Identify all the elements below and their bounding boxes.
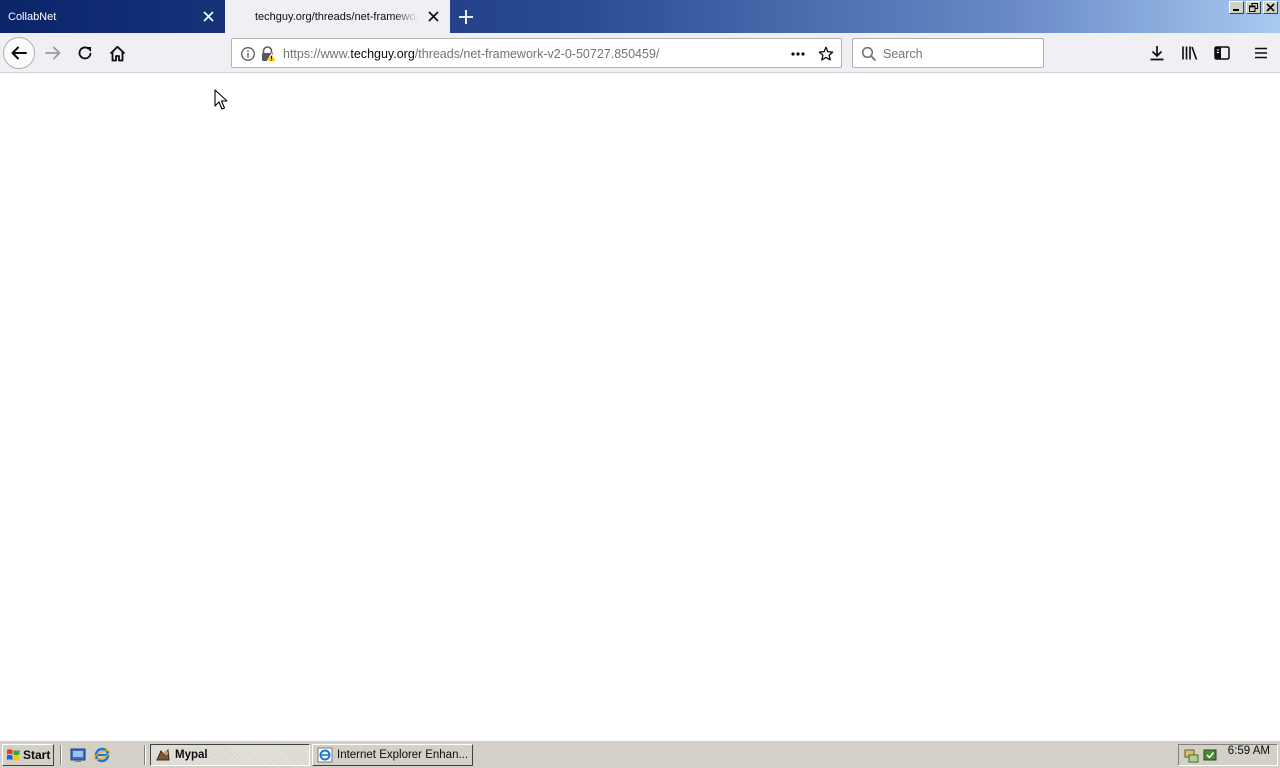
minimize-icon [1233, 9, 1239, 11]
url-bar[interactable]: https://www.techguy.org/threads/net-fram… [231, 38, 842, 68]
home-button[interactable] [101, 37, 133, 69]
start-label: Start [23, 748, 51, 762]
home-icon [109, 45, 125, 61]
task-label: Internet Explorer Enhan... [337, 749, 469, 761]
forward-button[interactable] [37, 37, 69, 69]
close-icon[interactable] [427, 10, 440, 23]
url-text[interactable]: https://www.techguy.org/threads/net-fram… [283, 47, 659, 61]
info-icon[interactable] [240, 46, 256, 62]
new-tab-plus-icon[interactable] [456, 7, 476, 27]
library-icon [1182, 46, 1198, 60]
taskbar-separator [60, 745, 62, 765]
tab-title: CollabNet [8, 10, 57, 23]
back-arrow-icon [11, 46, 27, 60]
reload-button[interactable] [69, 37, 101, 69]
internet-explorer-icon [317, 747, 333, 763]
insecure-lock-icon[interactable] [260, 46, 276, 62]
tab-collabnet[interactable]: CollabNet [0, 0, 225, 33]
minimize-button[interactable] [1229, 1, 1244, 14]
open-menu-button[interactable] [1249, 41, 1273, 65]
clock: 6:59 AM [1227, 745, 1270, 757]
tab-techguy[interactable]: techguy.org/threads/net-framework-v2-0-5… [225, 0, 450, 33]
sidebar-icon [1214, 46, 1230, 60]
url-prefix: https://www. [283, 47, 351, 61]
search-placeholder: Search [883, 47, 923, 61]
sidebar-button[interactable] [1210, 41, 1234, 65]
navigation-toolbar: https://www.techguy.org/threads/net-fram… [0, 33, 1280, 73]
close-icon [1266, 3, 1275, 12]
star-icon[interactable] [818, 46, 834, 62]
security-tray-icon[interactable] [1202, 747, 1218, 763]
tab-title: techguy.org/threads/net-framework-v2-0-5… [255, 10, 418, 23]
search-bar[interactable]: Search [852, 38, 1044, 68]
taskbar-task-mypal[interactable]: Mypal [150, 744, 310, 766]
taskbar-separator [144, 745, 146, 765]
windows-logo-icon [7, 749, 20, 761]
download-icon [1150, 46, 1164, 61]
close-window-button[interactable] [1263, 1, 1278, 14]
restore-button[interactable] [1246, 1, 1261, 14]
mouse-cursor-icon [214, 89, 228, 110]
downloads-button[interactable] [1145, 41, 1169, 65]
show-desktop-icon[interactable] [70, 747, 86, 763]
search-icon [861, 46, 877, 62]
taskbar-task-ie-enhanced[interactable]: Internet Explorer Enhan... [312, 744, 473, 766]
more-dots-icon[interactable] [790, 46, 806, 62]
task-label: Mypal [175, 749, 208, 761]
internet-explorer-icon[interactable] [94, 747, 110, 763]
tab-strip: CollabNet techguy.org/threads/net-framew… [0, 0, 1280, 33]
url-path: /threads/net-framework-v2-0-50727.850459… [414, 47, 660, 61]
page-content[interactable] [0, 74, 1280, 740]
hamburger-menu-icon [1255, 47, 1267, 59]
window-controls [1229, 1, 1278, 14]
start-button[interactable]: Start [2, 744, 54, 766]
mypal-app-icon [156, 748, 170, 761]
restore-icon [1249, 3, 1258, 12]
reload-icon [78, 46, 92, 60]
close-icon[interactable] [202, 10, 215, 23]
forward-arrow-icon [45, 46, 61, 60]
library-button[interactable] [1178, 41, 1202, 65]
back-button[interactable] [3, 37, 35, 69]
taskbar: Start Mypal Internet Explorer Enhan... 6… [0, 740, 1280, 768]
url-domain: techguy.org [350, 47, 415, 61]
network-tray-icon[interactable] [1183, 747, 1199, 763]
